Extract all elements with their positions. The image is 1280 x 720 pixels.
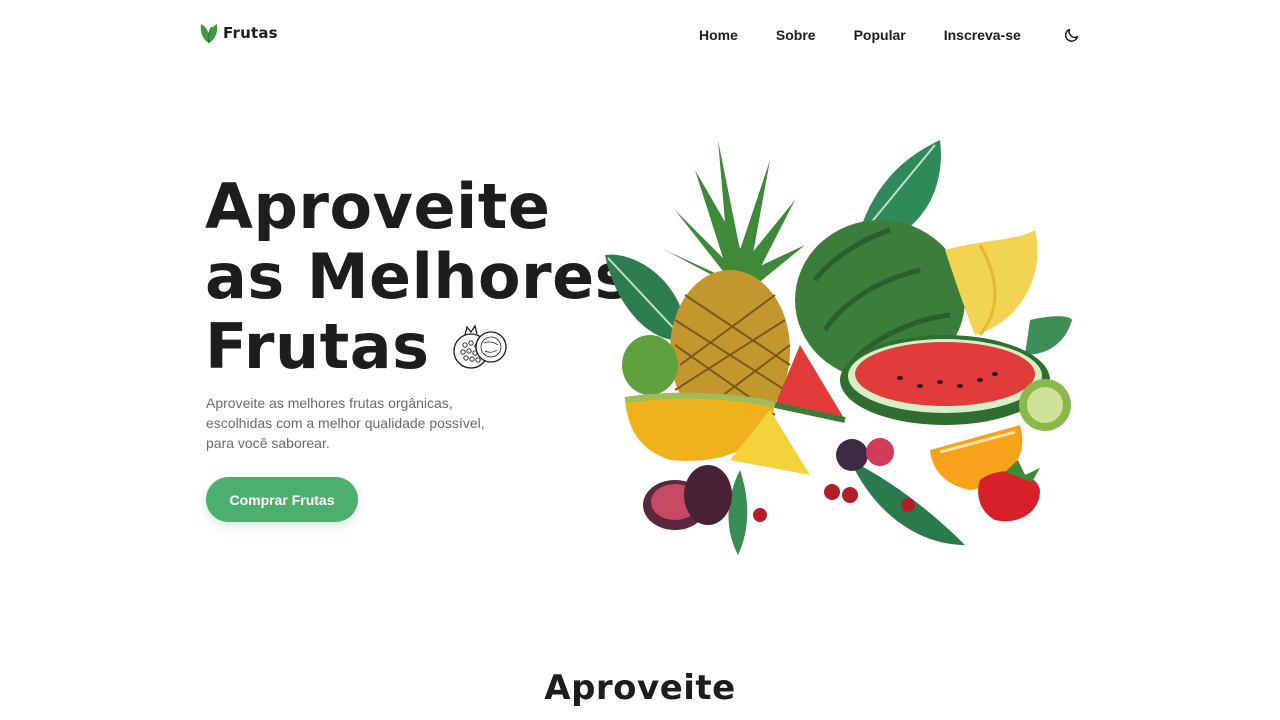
nav-popular[interactable]: Popular xyxy=(854,25,906,45)
hero-title-line-1: Aproveite xyxy=(205,170,551,243)
logo-text: Frutas xyxy=(223,24,278,42)
hero-title-line-3-wrap: Frutas xyxy=(205,312,605,382)
fruit-bowl-svg xyxy=(605,140,1072,555)
logo[interactable]: Frutas xyxy=(199,22,278,44)
buy-fruits-button[interactable]: Comprar Frutas xyxy=(206,477,358,522)
pineapple-crown xyxy=(665,140,805,290)
header: Frutas Home Sobre Popular Inscreva-se xyxy=(0,0,1280,70)
hero-title-line-2: as Melhores xyxy=(205,240,633,313)
nav-inscreva-se[interactable]: Inscreva-se xyxy=(944,25,1021,45)
blackberry xyxy=(836,439,868,471)
hero-description: Aproveite as melhores frutas orgânicas, … xyxy=(206,395,485,451)
nav-home[interactable]: Home xyxy=(699,25,738,45)
hero-title: Aproveite as Melhores Frutas xyxy=(205,170,633,382)
nav-sobre[interactable]: Sobre xyxy=(776,25,816,45)
leaf-right xyxy=(1025,316,1072,355)
fruit-bowl-illustration xyxy=(600,130,1080,560)
section-title: Aproveite xyxy=(544,668,736,708)
fig-whole xyxy=(684,465,732,525)
pomegranate-sketch-icon xyxy=(453,324,508,369)
raspberry xyxy=(866,438,894,466)
page: Frutas Home Sobre Popular Inscreva-se Ap… xyxy=(0,0,1280,720)
hero-title-line-3: Frutas xyxy=(205,310,430,383)
theme-toggle-button[interactable] xyxy=(1061,24,1083,46)
leaf-logo-icon xyxy=(200,24,218,44)
lime xyxy=(622,335,678,395)
leaf-bottom-left xyxy=(728,470,748,555)
moon-icon xyxy=(1064,28,1079,42)
main-nav: Home Sobre Popular Inscreva-se xyxy=(699,25,1059,45)
